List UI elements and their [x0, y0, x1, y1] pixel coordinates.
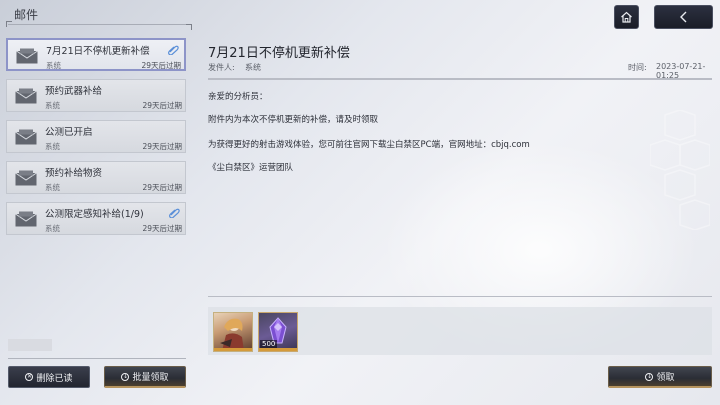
- mail-body-greeting: 亲爱的分析员：: [208, 92, 268, 102]
- mail-expire: 29天后过期: [141, 61, 181, 70]
- download-icon: ↓: [645, 372, 654, 381]
- hexagon-pattern-decoration: [650, 110, 710, 230]
- mail-sender: 系统: [45, 142, 60, 151]
- mail-expire: 29天后过期: [142, 224, 182, 233]
- corner-decoration: [186, 24, 192, 30]
- rarity-bar: [259, 348, 297, 351]
- delete-read-label: 删除已读: [36, 373, 73, 384]
- mail-sender: 系统: [45, 224, 60, 233]
- time-label: 时间:: [628, 63, 647, 72]
- home-button[interactable]: [614, 5, 639, 29]
- header-divider: [8, 24, 186, 25]
- paperclip-icon: [168, 45, 179, 55]
- mail-body-signature: 《尘白禁区》运营团队: [208, 163, 294, 173]
- mail-name: 公测已开启: [45, 127, 93, 138]
- mail-name: 7月21日不停机更新补偿: [46, 46, 150, 57]
- mail-name: 预约武器补给: [45, 86, 103, 97]
- mail-body-line: 附件内为本次不停机更新的补偿，请及时领取: [208, 115, 379, 125]
- paperclip-icon: [169, 208, 180, 218]
- mail-sender: 系统: [46, 61, 61, 70]
- envelope-icon: [15, 129, 37, 145]
- claim-button[interactable]: ↓ 领取: [608, 366, 712, 388]
- mail-list-item[interactable]: 7月21日不停机更新补偿 系统 29天后过期: [6, 38, 186, 71]
- rarity-bar: [214, 348, 252, 351]
- list-bottom-divider: [8, 358, 186, 359]
- back-button[interactable]: [654, 5, 713, 29]
- delete-icon: ✕: [25, 373, 34, 381]
- envelope-icon: [15, 211, 37, 227]
- attachment-item-character[interactable]: [213, 312, 253, 352]
- mail-expire: 29天后过期: [142, 101, 182, 110]
- home-icon: [621, 11, 632, 23]
- mail-list: 7月21日不停机更新补偿 系统 29天后过期 预约武器补给 系统 29天后过期 …: [6, 38, 186, 243]
- attachment-item-crystal[interactable]: 500: [258, 312, 298, 352]
- mail-detail-title: 7月21日不停机更新补偿: [208, 46, 350, 61]
- attachment-divider: [208, 296, 712, 297]
- download-icon: ↓: [121, 372, 130, 381]
- sender-label: 发件人:: [208, 63, 235, 72]
- mail-list-item[interactable]: 公测已开启 系统 29天后过期: [6, 120, 186, 153]
- mail-name: 预约补给物资: [45, 168, 103, 179]
- back-arrow-icon: [679, 11, 686, 23]
- mail-sender: 系统: [45, 183, 60, 192]
- envelope-icon: [15, 88, 37, 104]
- mail-list-item[interactable]: 公测限定感知补给(1/9) 系统 29天后过期: [6, 202, 186, 235]
- item-count: 500: [260, 340, 278, 348]
- envelope-icon: [16, 48, 38, 64]
- list-scrollbar[interactable]: [8, 339, 52, 351]
- envelope-icon: [15, 170, 37, 186]
- batch-claim-label: 批量领取: [132, 373, 169, 383]
- mail-list-item[interactable]: 预约补给物资 系统 29天后过期: [6, 161, 186, 194]
- mail-sender: 系统: [45, 101, 60, 110]
- mail-list-item[interactable]: 预约武器补给 系统 29天后过期: [6, 79, 186, 112]
- mail-body-line: 为获得更好的射击游戏体验，您可前往官网下载尘白禁区PC端，官网地址：cbjq.c…: [208, 140, 530, 150]
- batch-claim-button[interactable]: ↓ 批量领取: [104, 366, 186, 388]
- detail-divider: [208, 78, 712, 80]
- character-portrait-icon: [220, 318, 244, 351]
- claim-label: 领取: [656, 373, 675, 383]
- mail-name: 公测限定感知补给(1/9): [45, 209, 144, 220]
- mail-expire: 29天后过期: [142, 183, 182, 192]
- sender-value: 系统: [245, 63, 261, 72]
- page-title: 邮件: [14, 8, 39, 22]
- mail-expire: 29天后过期: [142, 142, 182, 151]
- delete-read-button[interactable]: ✕ 删除已读: [8, 366, 90, 388]
